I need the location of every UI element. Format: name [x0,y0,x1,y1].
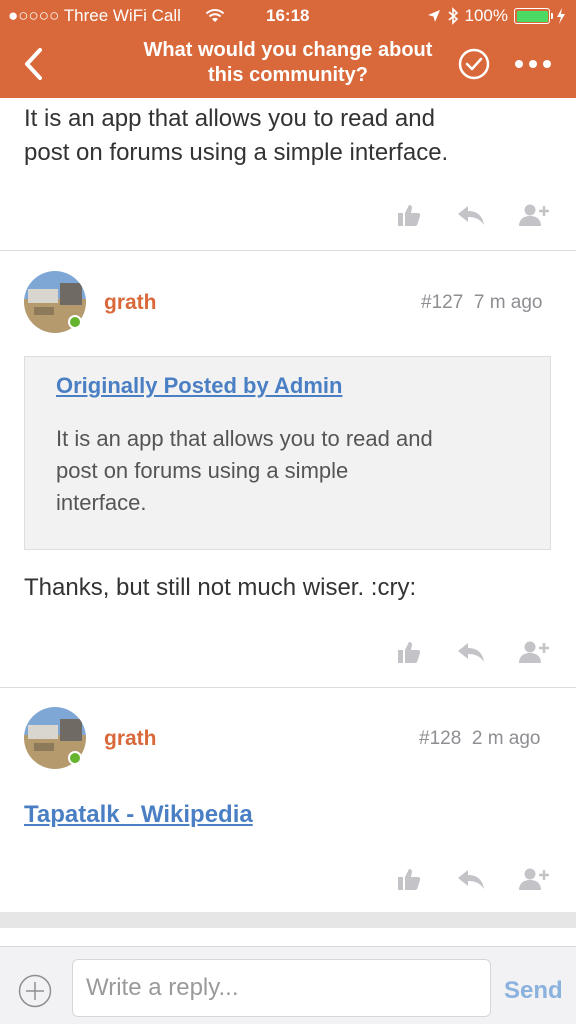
like-button[interactable] [396,639,426,665]
status-right: 100% [427,6,566,26]
wifi-icon [205,9,225,22]
follow-user-button[interactable] [518,866,549,892]
reply-arrow-icon [458,870,484,889]
post-item: It is an app that allows you to read and… [0,98,576,250]
page-title-line1: What would you change about [143,39,433,61]
reply-button[interactable] [456,202,486,228]
check-circle-icon [458,48,490,80]
post-number: #128 [419,728,462,749]
app-header: ●○○○○ Three WiFi Call 16:18 100% What wo… [0,0,576,98]
charging-bolt-icon [557,8,565,24]
post-actions [396,866,556,898]
post-actions [396,202,556,234]
quote-line: It is an app that allows you to read and [56,426,433,451]
more-options-button[interactable] [512,54,554,74]
username[interactable]: grath [104,727,157,751]
status-bar: ●○○○○ Three WiFi Call 16:18 100% [0,0,576,32]
page-title: What would you change about this communi… [90,38,486,88]
ellipsis-icon [515,60,551,68]
back-button[interactable] [18,44,50,84]
carrier-label: ●○○○○ Three WiFi Call [8,6,181,25]
wikipedia-link[interactable]: Tapatalk - Wikipedia [24,801,253,829]
post-body: It is an app that allows you to read and… [24,102,564,170]
follow-user-button[interactable] [518,202,549,228]
battery-percent: 100% [464,6,508,25]
quote-block: Originally Posted by Admin It is an app … [24,356,551,550]
post-body: Thanks, but still not much wiser. :cry: [24,574,417,601]
reply-arrow-icon [458,643,484,662]
chevron-left-icon [25,48,42,80]
post-meta: #128 2 m ago [419,728,541,750]
post-number: #127 [421,292,464,313]
quote-text: It is an app that allows you to read and… [56,423,526,519]
quote-author-link[interactable]: Originally Posted by Admin [56,373,342,399]
thumbs-up-icon [398,205,421,226]
reply-input[interactable] [72,959,491,1017]
like-button[interactable] [396,866,426,892]
post-meta: #127 7 m ago [421,292,543,314]
page-title-line2: this community? [207,64,368,86]
clock: 16:18 [266,6,310,25]
quote-line: post on forums using a simple [56,458,349,483]
add-user-icon [519,204,549,226]
online-status-dot [68,315,82,329]
post-body-line: It is an app that allows you to read and [24,105,435,132]
post-item: grath #127 7 m ago Originally Posted by … [0,251,576,687]
follow-user-button[interactable] [518,639,549,665]
post-item: grath #128 2 m ago Tapatalk - Wikipedia [0,688,576,912]
online-status-dot [68,751,82,765]
add-user-icon [519,641,549,663]
thread-end-separator [0,912,576,928]
send-button[interactable]: Send [504,977,563,1005]
like-button[interactable] [396,202,426,228]
thumbs-up-icon [398,869,421,890]
location-arrow-icon [427,10,440,22]
battery-fill [516,10,548,22]
bluetooth-icon [447,7,458,25]
subscribe-button[interactable] [458,48,490,80]
battery-icon [514,8,553,24]
post-age: 7 m ago [473,292,543,313]
reply-bar: Send [0,946,576,1024]
reply-arrow-icon [458,206,484,225]
post-age: 2 m ago [471,728,541,749]
post-actions [396,639,556,671]
quote-line: interface. [56,490,147,515]
attach-button[interactable] [18,974,52,1008]
reply-button[interactable] [456,639,486,665]
plus-circle-icon [18,974,52,1008]
username[interactable]: grath [104,291,157,315]
thumbs-up-icon [398,642,421,663]
reply-button[interactable] [456,866,486,892]
add-user-icon [519,868,549,890]
post-body-line: post on forums using a simple interface. [24,139,449,166]
